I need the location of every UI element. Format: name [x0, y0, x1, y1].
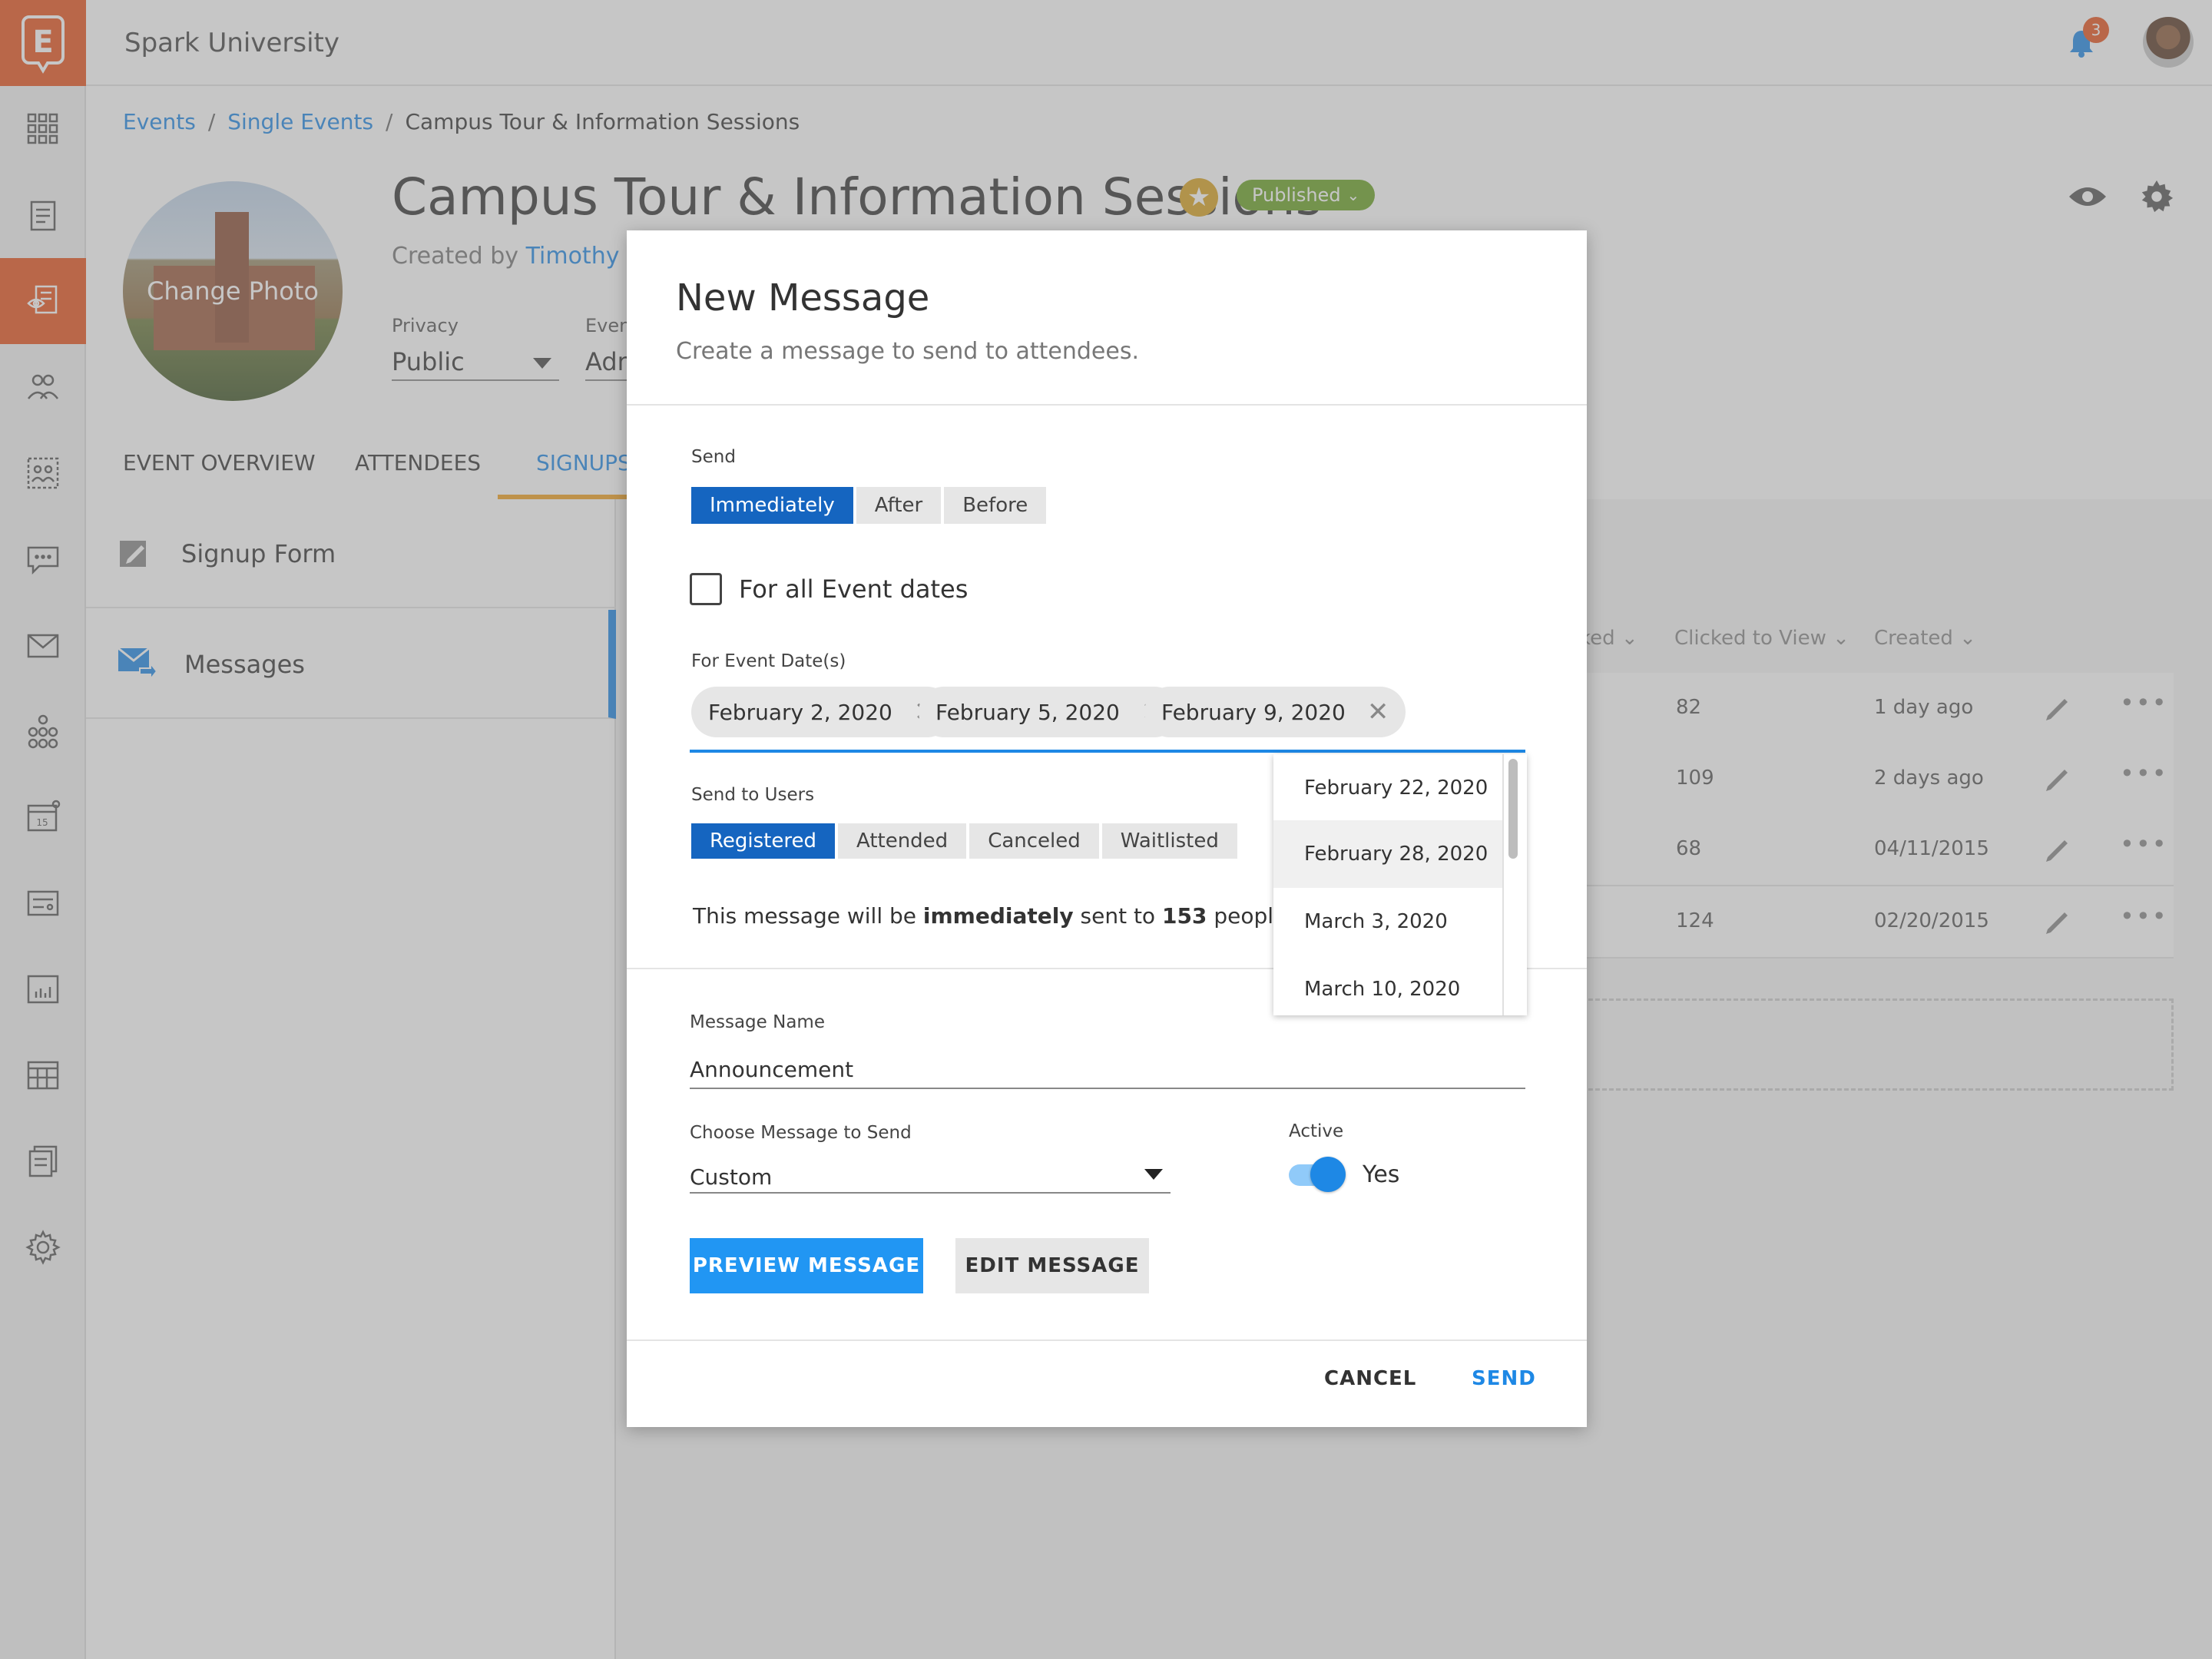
send-immediately-option[interactable]: Immediately	[691, 487, 853, 524]
choose-message-select[interactable]: Custom	[690, 1158, 1171, 1194]
all-dates-checkbox[interactable]	[690, 573, 722, 605]
modal-subtitle: Create a message to send to attendees.	[676, 338, 1139, 365]
summary-mode: immediately	[922, 903, 1074, 929]
attended-option[interactable]: Attended	[837, 823, 967, 859]
modal-title: New Message	[676, 276, 930, 320]
date-chip-label: February 5, 2020	[935, 699, 1120, 725]
divider	[627, 1339, 1587, 1341]
divider	[627, 404, 1587, 406]
date-chip-label: February 9, 2020	[1161, 699, 1346, 725]
active-label: Active	[1289, 1121, 1344, 1141]
edit-message-button[interactable]: EDIT MESSAGE	[955, 1238, 1149, 1293]
choose-message-value: Custom	[690, 1164, 773, 1190]
send-timing-toggle: Immediately After Before	[691, 487, 1047, 524]
send-button[interactable]: SEND	[1472, 1367, 1536, 1390]
active-toggle-knob[interactable]	[1310, 1157, 1346, 1192]
date-input-underline[interactable]	[690, 750, 1525, 753]
user-filter-toggle: Registered Attended Canceled Waitlisted	[691, 823, 1237, 859]
cancel-button[interactable]: CANCEL	[1324, 1367, 1416, 1390]
caret-down-icon	[1144, 1169, 1163, 1180]
send-before-option[interactable]: Before	[944, 487, 1047, 524]
recipient-summary: This message will be immediately sent to…	[693, 903, 1293, 929]
new-message-modal: New Message Create a message to send to …	[627, 230, 1587, 1427]
date-chip: February 9, 2020 ✕	[1144, 687, 1406, 737]
close-icon[interactable]: ✕	[1367, 697, 1389, 727]
waitlisted-option[interactable]: Waitlisted	[1101, 823, 1237, 859]
send-after-option[interactable]: After	[856, 487, 942, 524]
choose-message-label: Choose Message to Send	[690, 1123, 912, 1143]
date-dropdown: February 22, 2020 February 28, 2020 Marc…	[1273, 754, 1527, 1015]
all-dates-label: For all Event dates	[739, 575, 969, 604]
canceled-option[interactable]: Canceled	[969, 823, 1099, 859]
date-option[interactable]: March 3, 2020	[1273, 888, 1504, 955]
date-chip: February 2, 2020✕	[691, 687, 953, 737]
date-chip: February 5, 2020✕	[919, 687, 1181, 737]
registered-option[interactable]: Registered	[691, 823, 835, 859]
dropdown-scrollbar[interactable]	[1508, 759, 1518, 859]
message-name-label: Message Name	[690, 1012, 825, 1032]
date-option[interactable]: March 10, 2020	[1273, 955, 1504, 1015]
dropdown-scroll-track	[1502, 754, 1504, 1015]
date-option[interactable]: February 22, 2020	[1273, 754, 1504, 822]
date-chip-label: February 2, 2020	[708, 699, 892, 725]
preview-message-button[interactable]: PREVIEW MESSAGE	[690, 1238, 923, 1293]
active-toggle-label: Yes	[1363, 1161, 1400, 1188]
event-dates-label: For Event Date(s)	[691, 651, 846, 671]
summary-count: 153	[1161, 903, 1207, 929]
message-name-value: Announcement	[690, 1057, 854, 1082]
summary-mid: sent to	[1073, 903, 1162, 929]
send-label: Send	[691, 447, 736, 467]
summary-prefix: This message will be	[693, 903, 923, 929]
message-name-input[interactable]: Announcement	[690, 1049, 1525, 1089]
date-option[interactable]: February 28, 2020	[1273, 820, 1504, 888]
send-to-label: Send to Users	[691, 785, 815, 805]
